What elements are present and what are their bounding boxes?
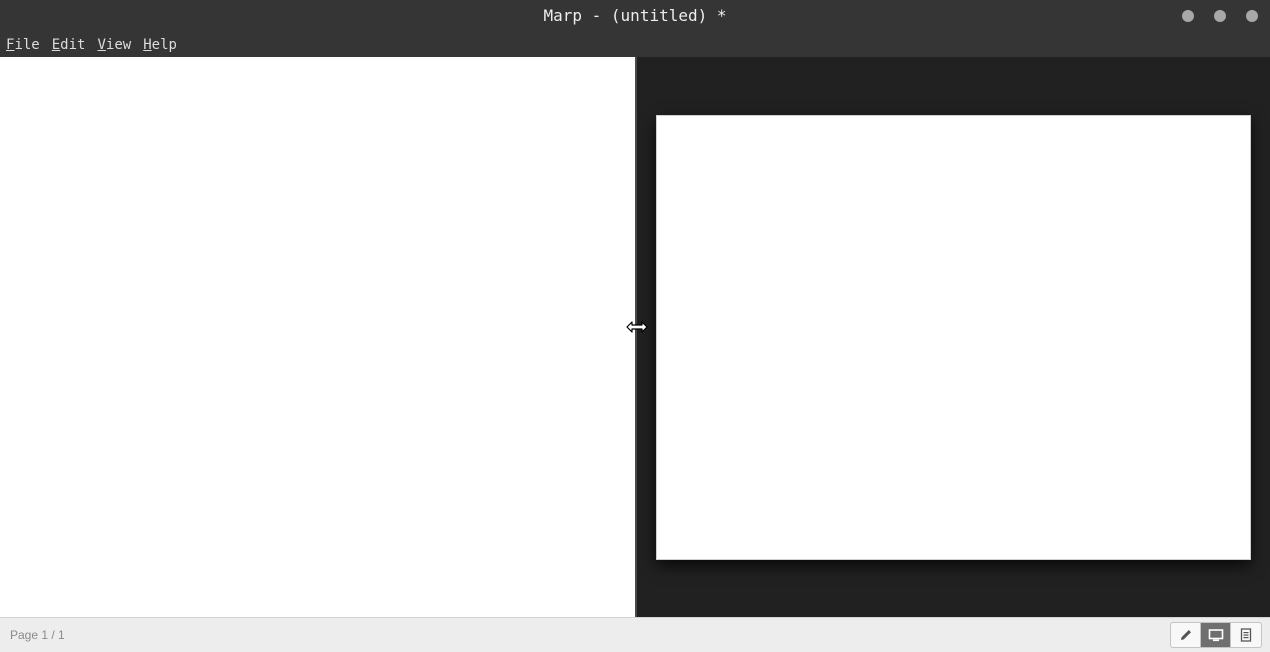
title-bar[interactable]: Marp - (untitled) * — [0, 0, 1270, 33]
markdown-editor[interactable] — [0, 57, 636, 617]
pencil-icon — [1180, 630, 1191, 640]
menu-bar: File Edit View Help — [0, 33, 1270, 57]
slide-preview-pane[interactable] — [637, 57, 1270, 617]
app-window: Marp - (untitled) * File Edit View Help … — [0, 0, 1270, 652]
menu-edit-mnemonic: E — [51, 37, 61, 53]
document-icon — [1240, 628, 1252, 642]
document-mode-button[interactable] — [1231, 623, 1261, 647]
menu-file[interactable]: File — [6, 34, 40, 56]
menu-help-label: elp — [151, 37, 177, 53]
window-controls — [1182, 10, 1258, 22]
menu-view-label: iew — [105, 37, 132, 53]
view-mode-toggle — [1170, 622, 1262, 648]
maximize-icon[interactable] — [1214, 10, 1226, 22]
edit-mode-button[interactable] — [1171, 623, 1201, 647]
slide-preview — [656, 115, 1251, 560]
menu-edit[interactable]: Edit — [52, 34, 86, 56]
menu-edit-label: dit — [60, 37, 86, 53]
close-icon[interactable] — [1246, 10, 1258, 22]
menu-view-mnemonic: V — [97, 37, 106, 53]
monitor-icon — [1208, 629, 1223, 642]
menu-view[interactable]: View — [97, 34, 131, 56]
status-bar: Page 1 / 1 — [0, 617, 1270, 652]
page-indicator: Page 1 / 1 — [10, 628, 65, 642]
menu-file-label: ile — [14, 37, 40, 53]
slide-mode-button[interactable] — [1201, 623, 1231, 647]
window-title: Marp - (untitled) * — [543, 6, 727, 25]
menu-help-mnemonic: H — [143, 37, 152, 53]
resize-cursor-icon — [626, 321, 648, 333]
menu-help[interactable]: Help — [143, 34, 177, 56]
minimize-icon[interactable] — [1182, 10, 1194, 22]
